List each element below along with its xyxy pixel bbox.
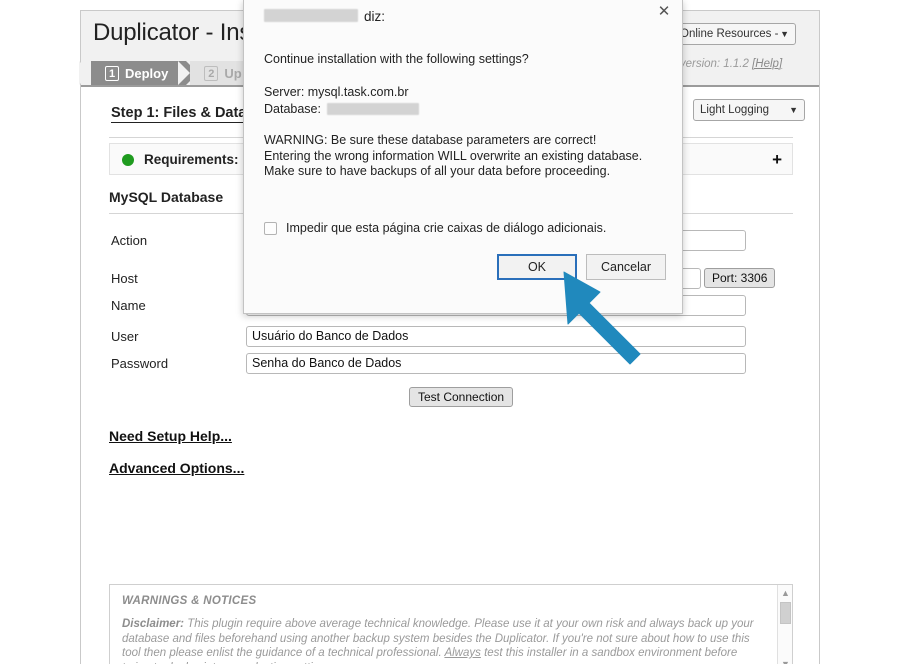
step-label: Deploy (125, 65, 169, 81)
help-link[interactable]: [Help] (752, 58, 782, 70)
database-label: Database: (264, 102, 321, 116)
warnings-body: Disclaimer: This plugin require above av… (122, 617, 762, 664)
expand-plus-icon[interactable]: + (772, 150, 782, 170)
dialog-warning-text: WARNING: Be sure these database paramete… (264, 133, 643, 178)
logging-select-value: Light Logging (700, 104, 770, 116)
warnings-title: WARNINGS & NOTICES (122, 595, 257, 607)
step-number: 1 (105, 65, 119, 81)
form-row-user: User Usuário do Banco de Dados (109, 326, 793, 353)
chevron-down-icon: ▼ (789, 105, 798, 115)
chevron-down-icon: ▼ (780, 29, 789, 39)
test-connection-button[interactable]: Test Connection (409, 387, 514, 407)
suppress-dialogs-label: Impedir que esta página crie caixas de d… (286, 221, 607, 235)
user-field[interactable]: Usuário do Banco de Dados (246, 326, 746, 347)
logging-select[interactable]: Light Logging ▼ (693, 99, 805, 121)
label-user: User (111, 329, 139, 344)
scrollbar-thumb[interactable] (780, 602, 791, 624)
step-number: 2 (204, 65, 219, 81)
label-name: Name (111, 298, 146, 313)
step-title: Step 1: Files & Data (111, 105, 247, 123)
warnings-notices-box: WARNINGS & NOTICES Disclaimer: This plug… (109, 584, 793, 664)
label-password: Password (111, 356, 169, 371)
ok-button[interactable]: OK (496, 254, 577, 280)
online-resources-select[interactable]: - Online Resources - ▼ (666, 23, 796, 45)
browser-confirm-dialog: ✕ diz: Continue installation with the fo… (243, 0, 683, 314)
dialog-database-line: Database: (264, 101, 419, 118)
online-resources-value: - Online Resources - (673, 28, 779, 40)
section-heading-mysql: MySQL Database (109, 189, 224, 205)
step-breadcrumb: 1 Deploy 2 Up (78, 61, 273, 85)
suppress-dialogs-checkbox[interactable] (264, 221, 277, 235)
screen: Duplicator - Inst 1 Deploy 2 Up - Online… (0, 0, 900, 664)
dialog-origin-row: diz: (264, 8, 385, 24)
dialog-origin-suffix: diz: (364, 9, 386, 24)
version-text: version: 1.1.2 (679, 58, 749, 70)
redacted-database-name (326, 103, 419, 115)
warnings-scrollbar[interactable]: ▲ ▼ (777, 585, 792, 664)
page-title: Duplicator - Inst (93, 19, 258, 46)
step-label: Up (224, 65, 242, 81)
dialog-server-line: Server: mysql.task.com.br (264, 85, 409, 99)
advanced-options-link[interactable]: Advanced Options... (109, 460, 244, 476)
port-button[interactable]: Port: 3306 (704, 268, 776, 288)
dialog-question: Continue installation with the following… (264, 52, 529, 66)
password-field[interactable]: Senha do Banco de Dados (246, 353, 746, 374)
scroll-up-icon[interactable]: ▲ (781, 589, 790, 598)
status-ok-icon (122, 154, 134, 166)
form-row-password: Password Senha do Banco de Dados (109, 353, 793, 380)
label-action: Action (111, 233, 148, 248)
dialog-button-row: OK Cancelar (496, 254, 666, 280)
disclaimer-label: Disclaimer: (122, 618, 185, 630)
requirements-label: Requirements: (144, 152, 239, 167)
close-icon[interactable]: ✕ (654, 2, 674, 22)
scroll-down-icon[interactable]: ▼ (781, 660, 790, 664)
step-tab-deploy[interactable]: 1 Deploy (78, 61, 199, 85)
need-setup-help-link[interactable]: Need Setup Help... (109, 428, 232, 444)
cancel-button[interactable]: Cancelar (585, 254, 666, 280)
redacted-origin (264, 9, 358, 22)
always-emphasis: Always (444, 647, 481, 659)
suppress-dialogs-row[interactable]: Impedir que esta página crie caixas de d… (264, 221, 606, 235)
label-host: Host (111, 271, 138, 286)
